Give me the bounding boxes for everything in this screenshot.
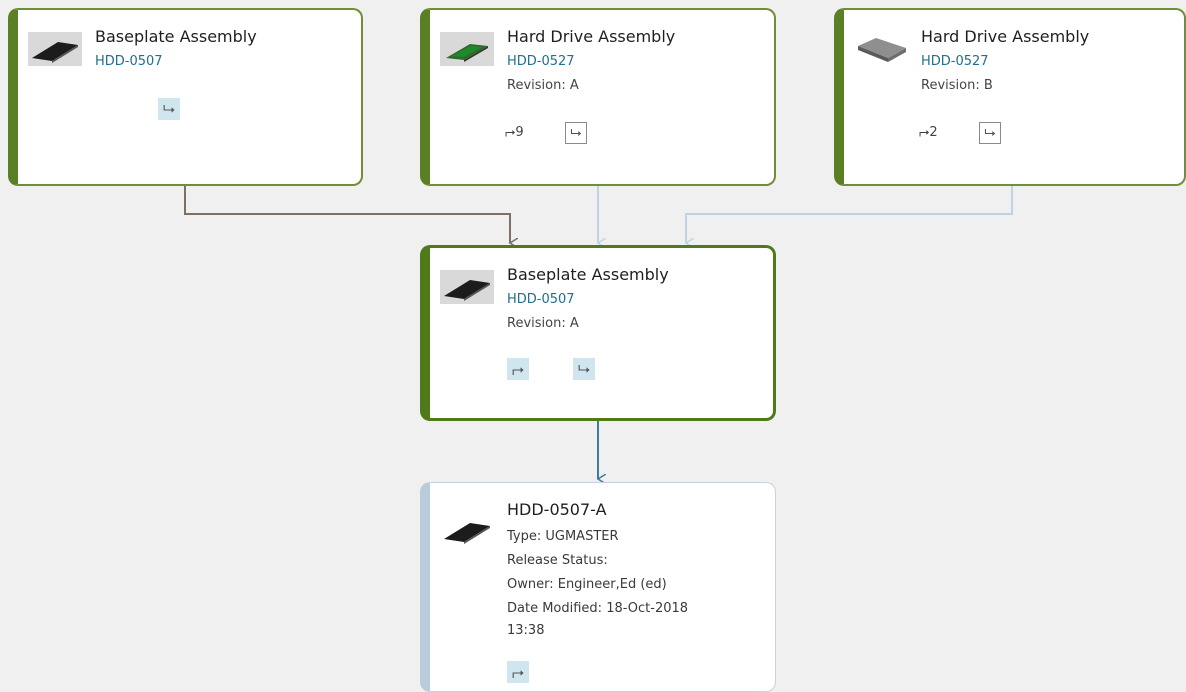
node-card-hard-drive-rev-b[interactable]: Hard Drive Assembly HDD-0527 Revision: B… xyxy=(834,8,1186,186)
node-card-baseplate-top[interactable]: Baseplate Assembly HDD-0507 ⮡ xyxy=(8,8,363,186)
part-thumbnail xyxy=(440,32,494,66)
node-card-hard-drive-rev-a[interactable]: Hard Drive Assembly HDD-0527 Revision: A… xyxy=(420,8,776,186)
dataset-date-modified: Date Modified: 18-Oct-2018 xyxy=(507,601,689,616)
part-thumbnail xyxy=(440,270,494,304)
node-title: Hard Drive Assembly xyxy=(921,27,1090,46)
node-id-link[interactable]: HDD-0507 xyxy=(507,292,575,307)
dataset-thumbnail xyxy=(440,513,494,547)
children-expander[interactable]: ⮣2 xyxy=(919,122,938,144)
part-thumbnail xyxy=(28,32,82,66)
children-icon: ⮣ xyxy=(505,125,516,140)
dataset-card-ugmaster[interactable]: HDD-0507-A Type: UGMASTER Release Status… xyxy=(420,482,776,692)
node-title: Baseplate Assembly xyxy=(95,27,257,46)
dataset-owner: Owner: Engineer,Ed (ed) xyxy=(507,577,667,592)
node-id-link[interactable]: HDD-0527 xyxy=(921,54,989,69)
node-id-link[interactable]: HDD-0527 xyxy=(507,54,575,69)
dataset-type: Type: UGMASTER xyxy=(507,529,619,544)
children-icon[interactable]: ⮣ xyxy=(507,661,529,683)
where-used-icon[interactable]: ⮡ xyxy=(979,122,1001,144)
where-used-icon[interactable]: ⮡ xyxy=(565,122,587,144)
node-revision: Revision: A xyxy=(507,78,579,93)
children-expander[interactable]: ⮣9 xyxy=(505,122,524,144)
node-title: Hard Drive Assembly xyxy=(507,27,676,46)
relations-canvas: Baseplate Assembly HDD-0507 ⮡ Hard Drive… xyxy=(0,0,1186,692)
node-card-baseplate-selected[interactable]: Baseplate Assembly HDD-0507 Revision: A … xyxy=(420,245,776,421)
part-thumbnail xyxy=(854,32,908,66)
children-count: 9 xyxy=(515,125,524,140)
where-used-icon[interactable]: ⮡ xyxy=(158,98,180,120)
node-id-link[interactable]: HDD-0507 xyxy=(95,54,163,69)
dataset-release-status: Release Status: xyxy=(507,553,608,568)
node-revision: Revision: A xyxy=(507,316,579,331)
node-title: Baseplate Assembly xyxy=(507,265,669,284)
connector-top-left-to-center xyxy=(184,186,510,243)
dataset-title: HDD-0507-A xyxy=(507,500,607,519)
children-icon: ⮣ xyxy=(919,125,930,140)
connector-top-right-to-center xyxy=(686,186,1013,243)
children-count: 2 xyxy=(929,125,938,140)
children-icon[interactable]: ⮣ xyxy=(507,358,529,380)
node-revision: Revision: B xyxy=(921,78,993,93)
dataset-date-modified-time: 13:38 xyxy=(507,623,545,638)
where-used-icon[interactable]: ⮡ xyxy=(573,358,595,380)
